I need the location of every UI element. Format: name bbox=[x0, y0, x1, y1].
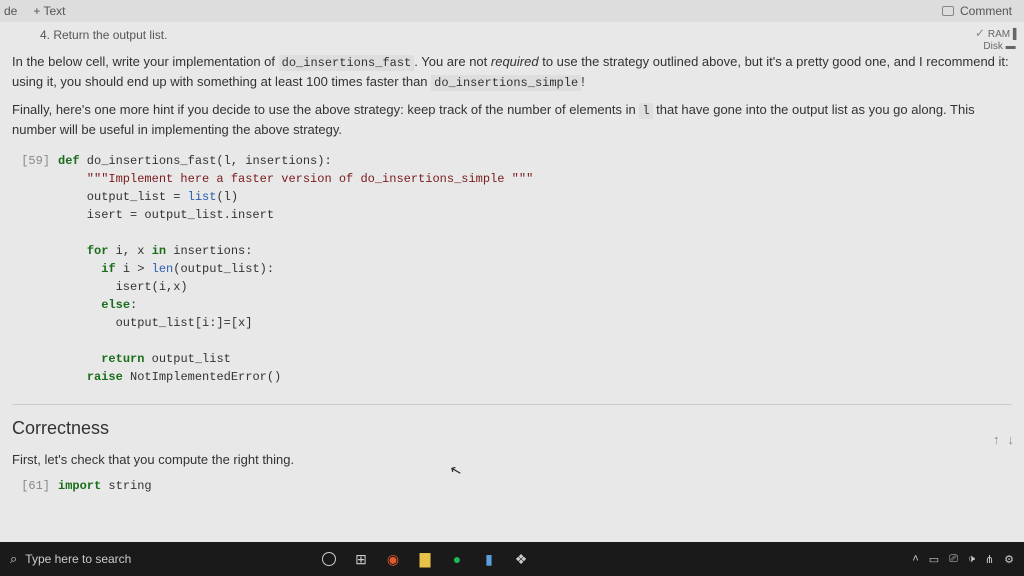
add-code-button[interactable]: de bbox=[4, 4, 17, 18]
task-view-icon[interactable]: ⊞ bbox=[352, 550, 370, 568]
code-editor[interactable]: import string bbox=[58, 477, 1012, 495]
chrome-icon[interactable]: ◉ bbox=[384, 550, 402, 568]
volume-icon[interactable]: 🕩 bbox=[968, 553, 975, 566]
code-token: do_insertions_simple bbox=[431, 75, 581, 91]
resource-indicator: ✓ RAM ▌ Disk ▬ bbox=[975, 26, 1020, 53]
list-item-4: 4. Return the output list. bbox=[12, 26, 1012, 44]
tray-icon[interactable]: ▭ bbox=[929, 553, 939, 566]
move-down-icon[interactable]: ↓ bbox=[1008, 430, 1015, 450]
tray-icon[interactable]: ⚙ bbox=[1004, 553, 1014, 566]
cortana-icon[interactable] bbox=[320, 550, 338, 568]
cell-execution-count: [61] bbox=[12, 477, 58, 495]
comment-button[interactable]: Comment bbox=[960, 4, 1012, 18]
taskbar-search[interactable]: ⌕ Type here to search bbox=[0, 542, 260, 576]
section-text: First, let's check that you compute the … bbox=[12, 450, 1012, 470]
taskbar-apps: ⊞ ◉ ▇ ● ▮ ❖ bbox=[320, 550, 530, 568]
search-icon: ⌕ bbox=[10, 551, 17, 567]
code-cell-61[interactable]: [61] import string bbox=[12, 477, 1012, 495]
cell-execution-count: [59] bbox=[12, 152, 58, 386]
tray-chevron-icon[interactable]: ˄ bbox=[912, 553, 918, 565]
text-cell-correctness[interactable]: Correctness First, let's check that you … bbox=[12, 404, 1012, 470]
instruction-paragraph-1: In the below cell, write your implementa… bbox=[12, 52, 1012, 92]
windows-taskbar: ⌕ Type here to search ⊞ ◉ ▇ ● ▮ ❖ ˄ ▭ ⎚ … bbox=[0, 542, 1024, 576]
notebook-toolbar: de + Text Comment bbox=[0, 0, 1024, 22]
code-token: l bbox=[639, 103, 652, 119]
wifi-icon[interactable]: ⋔ bbox=[985, 553, 994, 566]
file-explorer-icon[interactable]: ▇ bbox=[416, 550, 434, 568]
add-text-button[interactable]: + Text bbox=[33, 4, 65, 18]
steam-icon[interactable]: ❖ bbox=[512, 550, 530, 568]
system-tray: ˄ ▭ ⎚ 🕩 ⋔ ⚙ bbox=[912, 553, 1024, 566]
code-editor[interactable]: def do_insertions_fast(l, insertions): "… bbox=[58, 152, 1012, 386]
code-token: do_insertions_fast bbox=[279, 55, 415, 71]
search-placeholder: Type here to search bbox=[25, 552, 131, 566]
check-icon: ✓ bbox=[975, 26, 985, 40]
instruction-paragraph-2: Finally, here's one more hint if you dec… bbox=[12, 100, 1012, 140]
cell-move-buttons: ↑ ↓ bbox=[993, 430, 1014, 450]
spotify-icon[interactable]: ● bbox=[448, 550, 466, 568]
app-icon[interactable]: ▮ bbox=[480, 550, 498, 568]
section-heading: Correctness bbox=[12, 415, 1012, 442]
move-up-icon[interactable]: ↑ bbox=[993, 430, 1000, 450]
notebook-content: 4. Return the output list. In the below … bbox=[0, 22, 1024, 495]
comment-icon bbox=[942, 6, 954, 16]
tray-icon[interactable]: ⎚ bbox=[949, 553, 958, 566]
code-cell-59[interactable]: [59] def do_insertions_fast(l, insertion… bbox=[12, 152, 1012, 386]
